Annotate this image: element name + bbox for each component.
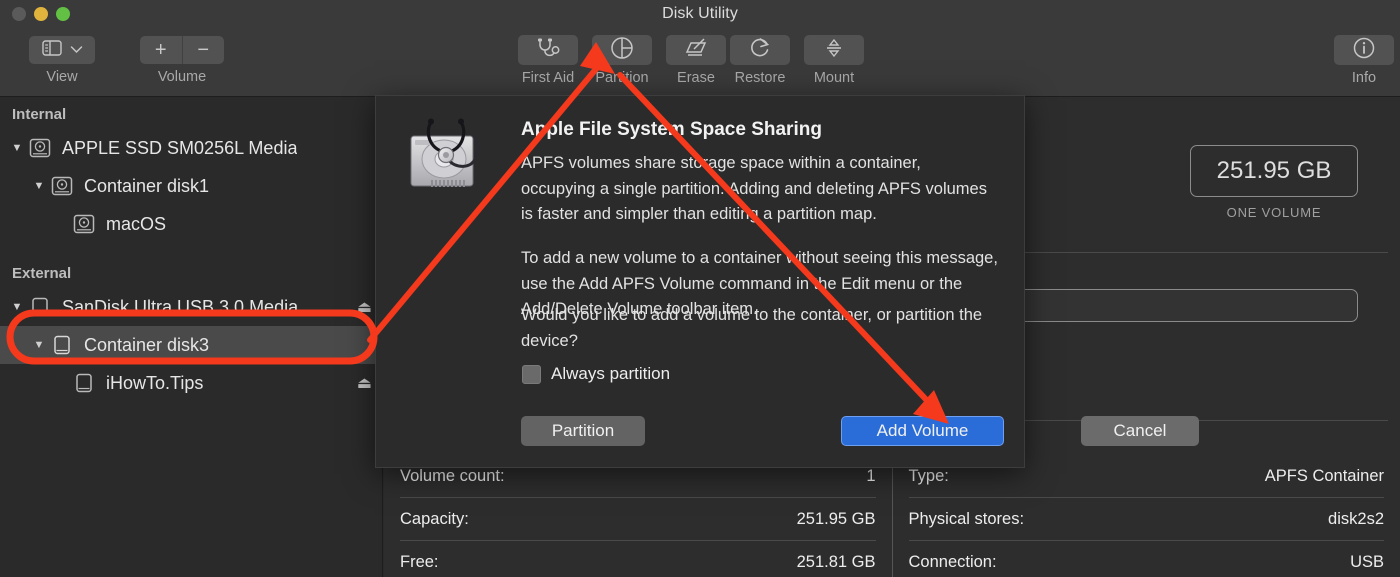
remove-volume-minus-button[interactable]: − <box>182 36 224 64</box>
sidebar-item-label: APPLE SSD SM0256L Media <box>62 137 298 158</box>
info-key: Free: <box>400 553 439 571</box>
cancel-button[interactable]: Cancel <box>1081 416 1199 446</box>
disclosure-triangle-icon[interactable]: ▼ <box>8 301 26 313</box>
info-key: Type: <box>908 466 949 485</box>
table-row: Connection: USB <box>909 541 1385 577</box>
view-label: View <box>46 69 78 85</box>
info-value: APFS Container <box>1264 466 1384 485</box>
mount-button[interactable] <box>804 35 864 65</box>
view-button[interactable] <box>29 36 95 64</box>
disk-utility-window: Disk Utility View + − Volume First Aid P… <box>0 0 1400 577</box>
sidebar-item-label: Container disk3 <box>84 334 210 355</box>
info-value: 251.81 GB <box>796 553 876 571</box>
internal-disk-icon <box>50 175 76 197</box>
volume-label: Volume <box>157 69 207 85</box>
sidebar-item-label: macOS <box>106 213 167 234</box>
info-column-right: Type: APFS Container Physical stores: di… <box>893 455 1400 577</box>
disclosure-triangle-icon[interactable]: ▼ <box>30 339 48 351</box>
restore-button[interactable] <box>730 35 790 65</box>
info-label: Info <box>1351 70 1377 86</box>
dialog-title: Apple File System Space Sharing <box>521 119 822 140</box>
info-key: Connection: <box>908 553 997 571</box>
info-value: disk2s2 <box>1328 509 1384 528</box>
info-value: 251.95 GB <box>796 509 876 528</box>
sidebar-item-apple-ssd[interactable]: ▼ APPLE SSD SM0256L Media <box>0 129 382 167</box>
sidebar-item-sandisk-ultra[interactable]: ▼ SanDisk Ultra USB 3.0 Media ⏏ <box>0 288 382 326</box>
eject-icon[interactable]: ⏏ <box>357 297 372 317</box>
partition-dialog-button[interactable]: Partition <box>521 416 645 446</box>
sidebar-item-container-disk1[interactable]: ▼ Container disk1 <box>0 167 382 205</box>
always-partition-label: Always partition <box>551 364 671 383</box>
sidebar-group-internal: Internal <box>12 106 67 123</box>
toolbar: View + − Volume First Aid Partition Eras… <box>0 28 1400 97</box>
sidebar-item-label: Container disk1 <box>84 175 210 196</box>
erase-icon <box>684 37 708 64</box>
internal-disk-icon <box>72 213 98 235</box>
stethoscope-icon <box>535 37 561 64</box>
disk-info-table: Volume count: 1 Capacity: 251.95 GB Free… <box>384 455 1400 577</box>
window-title: Disk Utility <box>662 5 738 22</box>
info-value: 1 <box>866 466 876 485</box>
always-partition-checkbox[interactable] <box>522 364 541 384</box>
info-key: Physical stores: <box>908 509 1025 528</box>
mount-label: Mount <box>813 70 855 86</box>
capacity-caption: ONE VOLUME <box>1226 205 1322 220</box>
apfs-space-sharing-dialog: Apple File System Space Sharing APFS vol… <box>375 95 1199 468</box>
external-disk-icon <box>50 334 76 356</box>
chevron-down-icon <box>70 41 83 59</box>
hard-drive-stethoscope-icon <box>405 118 491 198</box>
partition-button[interactable] <box>592 35 652 65</box>
dialog-paragraph-3: Would you like to add a volume to the co… <box>521 306 983 350</box>
sidebar-item-macos[interactable]: macOS <box>0 205 382 243</box>
disclosure-triangle-icon[interactable]: ▼ <box>8 142 26 154</box>
sidebar-item-label: SanDisk Ultra USB 3.0 Media <box>62 296 299 317</box>
volume-segmented-control: + − <box>140 36 224 64</box>
table-row: Free: 251.81 GB <box>400 541 876 577</box>
internal-disk-icon <box>28 137 54 159</box>
sidebar-item-label: iHowTo.Tips <box>106 372 204 393</box>
volume-toolbar-group: + − Volume <box>140 36 224 85</box>
capacity-badge: 251.95 GB <box>1190 145 1358 197</box>
info-column-left: Volume count: 1 Capacity: 251.95 GB Free… <box>384 455 893 577</box>
view-toolbar-group: View <box>14 36 110 85</box>
add-volume-button[interactable]: Add Volume <box>841 416 1004 446</box>
info-circle-icon <box>1352 36 1376 65</box>
devices-sidebar: Internal ▼ APPLE SSD SM0256L Media ▼ Con… <box>0 97 383 577</box>
restore-arrow-icon <box>749 36 772 64</box>
sidebar-item-ihowto-tips[interactable]: iHowTo.Tips ⏏ <box>0 364 382 402</box>
eject-icon[interactable]: ⏏ <box>357 373 372 393</box>
info-key: Capacity: <box>400 509 469 528</box>
external-disk-icon <box>28 296 54 318</box>
add-volume-plus-button[interactable]: + <box>140 36 183 64</box>
sidebar-item-container-disk3[interactable]: ▼ Container disk3 <box>0 326 382 364</box>
first-aid-button[interactable] <box>518 35 578 65</box>
info-key: Volume count: <box>400 466 505 485</box>
info-button[interactable] <box>1334 35 1394 65</box>
pie-chart-icon <box>610 36 634 65</box>
always-partition-checkbox-row[interactable]: Always partition <box>522 364 670 384</box>
disclosure-triangle-icon[interactable]: ▼ <box>30 180 48 192</box>
external-disk-icon <box>72 372 98 394</box>
dialog-button-row: Partition Cancel Add Volume <box>376 416 1199 450</box>
info-value: USB <box>1350 553 1384 571</box>
dialog-paragraph-1: APFS volumes share storage space within … <box>521 154 987 223</box>
table-row: Capacity: 251.95 GB <box>400 498 876 541</box>
toolbar-item-info[interactable]: Info <box>1320 35 1400 86</box>
mount-arrows-icon <box>823 37 845 64</box>
window-titlebar: Disk Utility <box>0 0 1400 28</box>
sidebar-group-external: External <box>12 265 72 282</box>
toolbar-item-mount[interactable]: Mount <box>790 35 878 86</box>
table-row: Physical stores: disk2s2 <box>908 498 1384 541</box>
sidebar-icon <box>41 39 62 61</box>
